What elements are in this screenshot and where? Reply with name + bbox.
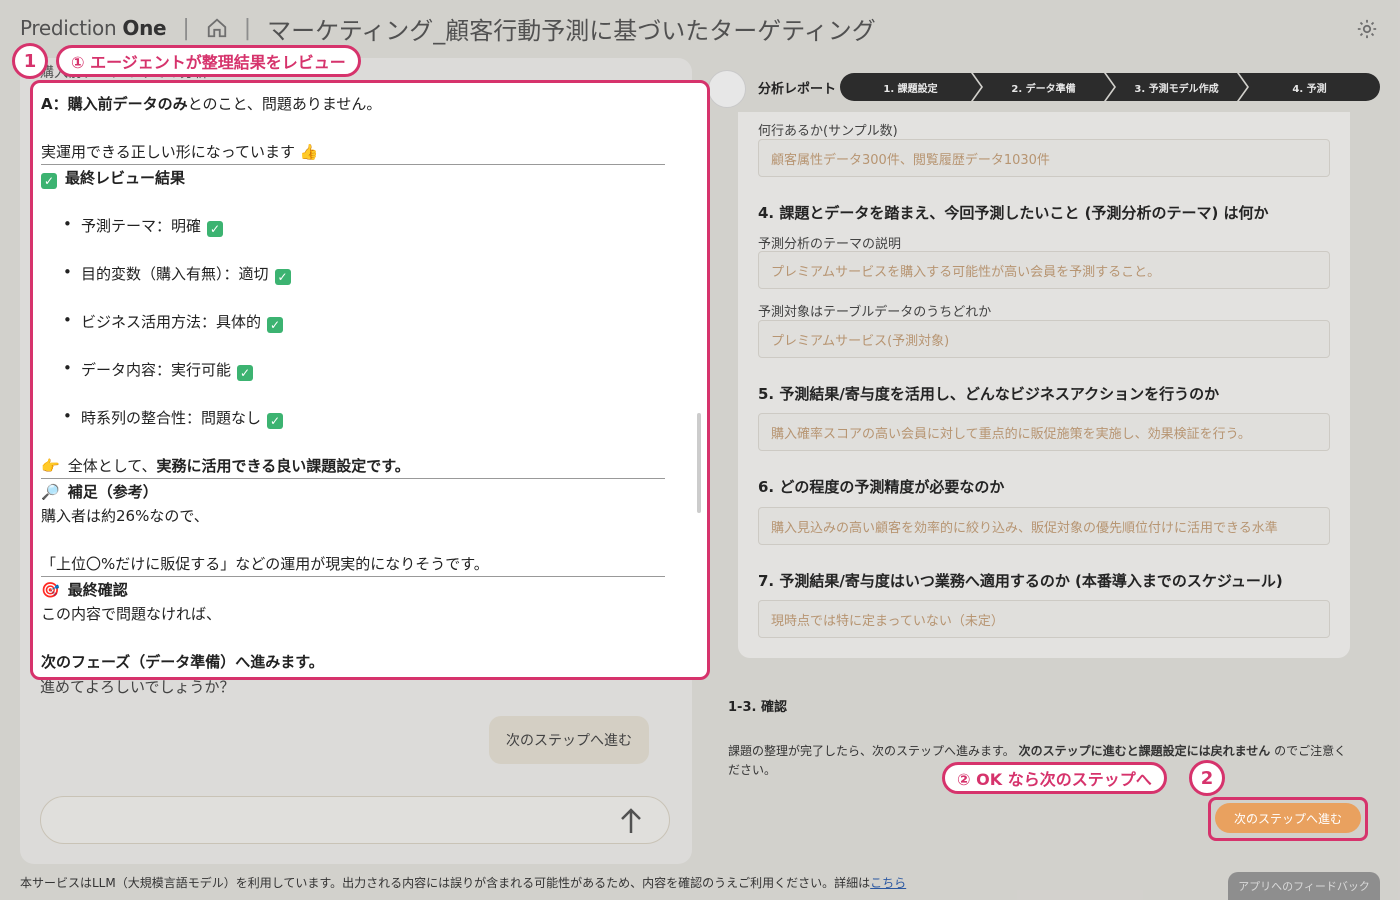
final-confirm-line: この内容で問題なければ、: [41, 605, 222, 623]
rows-label: 何行あるか(サンプル数): [758, 124, 898, 139]
divider: [41, 478, 665, 479]
overall-line: 👉 全体として、実務に活用できる良い課題設定です。: [41, 457, 410, 475]
target-icon: 🎯: [41, 581, 60, 599]
review-bullet: ビジネス活用方法：具体的✓: [63, 311, 284, 333]
send-arrow-icon[interactable]: [619, 807, 643, 835]
check-icon: ✓: [274, 269, 291, 285]
review-status-line: 実運用できる正しい形になっています 👍: [41, 143, 319, 161]
target-field[interactable]: プレミアムサービス(予測対象): [758, 320, 1330, 358]
step-4: 4. 予測: [1239, 73, 1380, 101]
check-icon: ✓: [237, 365, 254, 381]
check-icon: ✓: [267, 413, 284, 429]
check-icon: ✓: [267, 317, 284, 333]
magnifier-icon: 🔎: [41, 483, 60, 501]
scrollbar-thumb[interactable]: [697, 413, 701, 513]
target-label: 予測対象はテーブルデータのうちどれか: [758, 305, 992, 320]
step-2: 2. データ準備: [973, 73, 1114, 101]
review-highlight-box: A：購入前データのみとのこと、問題ありません。 実運用できる正しい形になっていま…: [30, 80, 710, 680]
step-3: 3. 予測モデル作成: [1106, 73, 1247, 101]
review-bullet: 時系列の整合性：問題なし✓: [63, 407, 284, 429]
gear-icon[interactable]: [1356, 18, 1378, 40]
check-icon: ✓: [207, 221, 224, 237]
pointing-hand-icon: 👉: [41, 457, 60, 475]
header-separator: |: [243, 15, 252, 41]
divider: [41, 164, 665, 165]
question-4-heading: 4. 課題とデータを踏まえ、今回予測したいこと (予測分析のテーマ) は何か: [758, 204, 1269, 222]
user-message-bubble: 次のステップへ進む: [489, 716, 649, 764]
supplement-title: 🔎 補足（参考）: [41, 483, 158, 501]
footer-disclaimer: 本サービスはLLM（大規模言語モデル）を利用しています。出力される内容には誤りが…: [20, 876, 907, 890]
schedule-field[interactable]: 現時点では特に定まっていない（未定）: [758, 600, 1330, 638]
chat-input[interactable]: [40, 796, 670, 844]
report-form-card: 何行あるか(サンプル数) 顧客属性データ300件、閲覧履歴データ1030件 4.…: [738, 112, 1350, 658]
theme-field[interactable]: プレミアムサービスを購入する可能性が高い会員を予測すること。: [758, 251, 1330, 289]
action-field[interactable]: 購入確率スコアの高い会員に対して重点的に販促施策を実施し、効果検証を行う。: [758, 413, 1330, 451]
question-5-heading: 5. 予測結果/寄与度を活用し、どんなビジネスアクションを行うのか: [758, 385, 1220, 403]
review-bullet: 目的変数（購入有無）：適切✓: [63, 263, 291, 285]
accuracy-field[interactable]: 購入見込みの高い顧客を効率的に絞り込み、販促対象の優先順位付けに活用できる水準: [758, 507, 1330, 545]
next-step-button[interactable]: 次のステップへ進む: [1215, 803, 1361, 833]
review-answer-line: A：購入前データのみとのこと、問題ありません。: [41, 95, 382, 113]
report-label: 分析レポート: [758, 82, 837, 97]
next-phase-line: 次のフェーズ（データ準備）へ進みます。: [41, 653, 324, 671]
report-avatar-icon: [708, 70, 746, 108]
header-separator: |: [182, 15, 190, 41]
step-progress: 1. 課題設定 2. データ準備 3. 予測モデル作成 4. 予測: [840, 73, 1380, 101]
check-icon: ✓: [41, 173, 57, 189]
supplement-line: 購入者は約26%なので、: [41, 507, 209, 525]
annotation-callout-2: ② OK なら次のステップへ: [942, 762, 1167, 794]
rows-field[interactable]: 顧客属性データ300件、閲覧履歴データ1030件: [758, 139, 1330, 177]
question-7-heading: 7. 予測結果/寄与度はいつ業務へ適用するのか (本番導入までのスケジュール): [758, 572, 1283, 590]
divider: [41, 576, 665, 577]
feedback-button[interactable]: アプリへのフィードバック: [1228, 872, 1380, 900]
details-link[interactable]: こちら: [870, 876, 906, 890]
confirm-title: 1-3. 確認: [728, 700, 787, 715]
page-title: マーケティング_顧客行動予測に基づいたターゲティング: [267, 16, 876, 45]
final-review-title: ✓ 最終レビュー結果: [41, 167, 185, 189]
final-confirm-title: 🎯 最終確認: [41, 581, 128, 599]
annotation-badge-2: 2: [1189, 760, 1225, 796]
theme-label: 予測分析のテーマの説明: [758, 237, 902, 252]
supplement-line: 「上位〇%だけに販促する」などの運用が現実的になりそうです。: [41, 555, 489, 573]
review-bullet: 予測テーマ：明確✓: [63, 215, 224, 237]
review-bullet: データ内容：実行可能✓: [63, 359, 254, 381]
annotation-badge-1: 1: [12, 43, 48, 79]
annotation-callout-1: ① エージェントが整理結果をレビュー: [56, 45, 361, 77]
step-1: 1. 課題設定: [840, 73, 981, 101]
home-icon[interactable]: [206, 17, 228, 39]
app-logo[interactable]: Prediction One: [20, 16, 167, 40]
question-6-heading: 6. どの程度の予測精度が必要なのか: [758, 478, 1005, 496]
